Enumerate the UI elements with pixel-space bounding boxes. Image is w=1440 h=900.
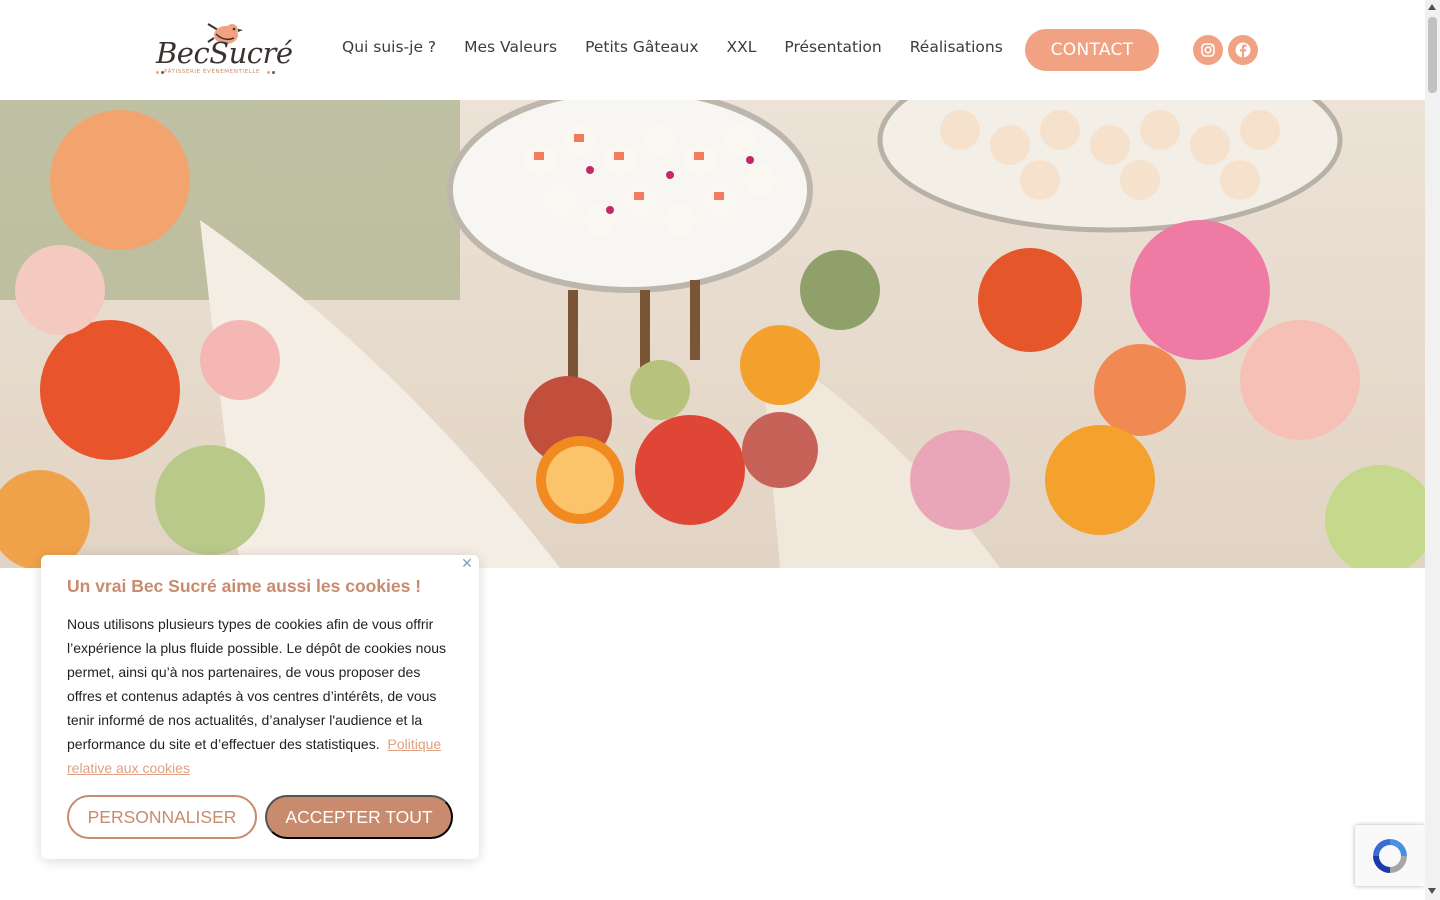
nav-item-mes-valeurs[interactable]: Mes Valeurs [464,38,557,56]
hero-illustration [0,100,1425,568]
instagram-icon[interactable] [1193,35,1223,65]
scroll-up-icon[interactable] [1428,4,1436,10]
recaptcha-badge[interactable] [1355,825,1425,886]
cookie-banner: ✕ Un vrai Bec Sucré aime aussi les cooki… [41,555,479,859]
scrollbar[interactable] [1425,0,1440,900]
nav-item-qui-suis-je[interactable]: Qui suis-je ? [342,38,436,56]
customize-button[interactable]: PERSONNALISER [67,795,257,839]
logo-text: BecSucré [156,36,293,70]
nav-item-petits-gateaux[interactable]: Petits Gâteaux [585,38,698,56]
logo[interactable]: BecSucré PÂTISSERIE ÉVÉNEMENTIELLE [154,18,293,80]
scroll-thumb[interactable] [1428,17,1437,93]
scroll-down-icon[interactable] [1428,888,1436,894]
cookie-title: Un vrai Bec Sucré aime aussi les cookies… [67,576,422,596]
main-nav: Qui suis-je ? Mes Valeurs Petits Gâteaux… [342,38,1031,56]
site-header: BecSucré PÂTISSERIE ÉVÉNEMENTIELLE Qui s… [0,0,1425,100]
cookie-body: Nous utilisons plusieurs types de cookie… [67,612,457,780]
logo-dot [156,71,159,74]
hero-image [0,100,1425,568]
logo-tagline: PÂTISSERIE ÉVÉNEMENTIELLE [164,69,261,75]
logo-dot [267,71,270,74]
facebook-icon[interactable] [1228,35,1258,65]
cookie-text: Nous utilisons plusieurs types de cookie… [67,616,447,752]
nav-item-presentation[interactable]: Présentation [784,38,881,56]
nav-item-realisations[interactable]: Réalisations [910,38,1003,56]
contact-button[interactable]: CONTACT [1025,29,1159,71]
close-icon[interactable]: ✕ [460,557,474,571]
accept-all-button[interactable]: ACCEPTER TOUT [265,795,453,839]
recaptcha-icon [1373,839,1407,873]
logo-dot [272,71,275,74]
nav-item-xxl[interactable]: XXL [727,38,757,56]
